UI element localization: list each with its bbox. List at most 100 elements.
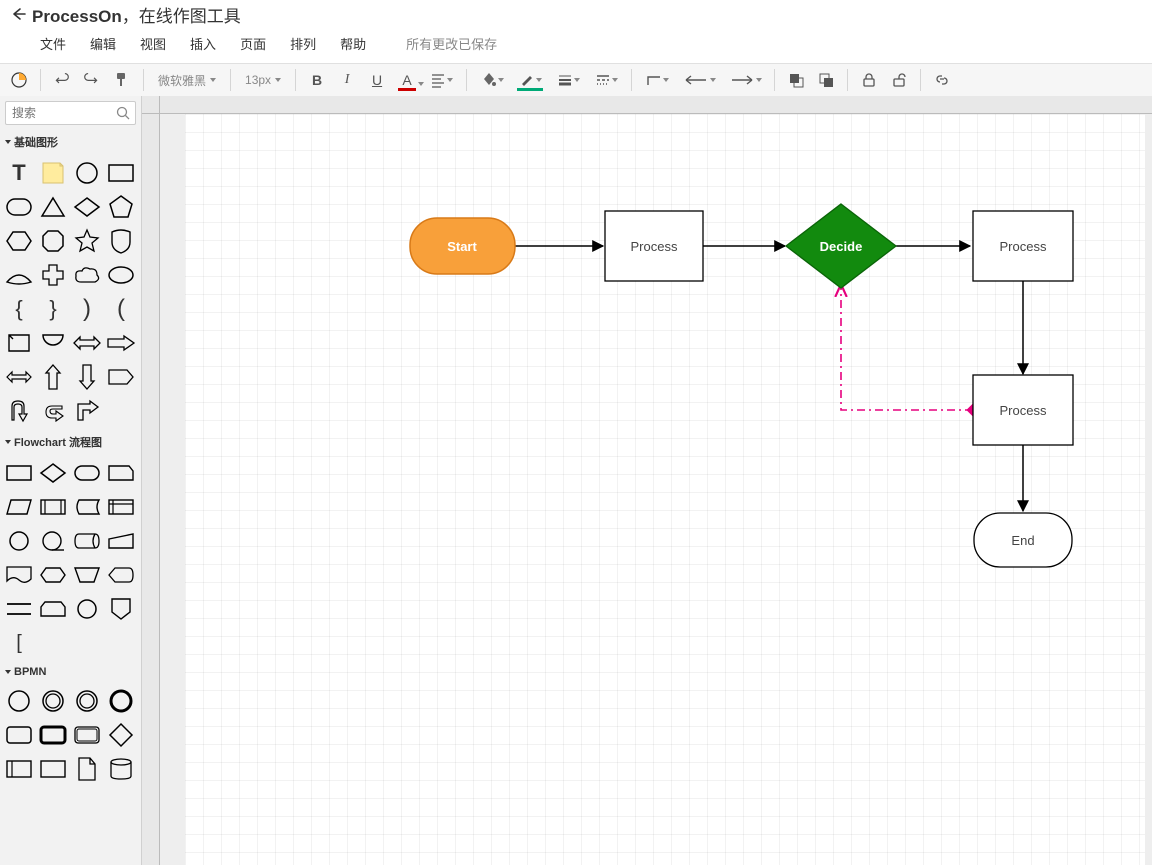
node-process3[interactable]: Process <box>973 375 1073 445</box>
flowchart-preparation[interactable] <box>36 558 70 592</box>
shape-diamond[interactable] <box>70 190 104 224</box>
shape-brace-right[interactable]: } <box>36 292 70 326</box>
bring-front-button[interactable] <box>783 67 809 93</box>
flowchart-document[interactable] <box>2 558 36 592</box>
flowchart-bracket[interactable]: [ <box>2 626 36 660</box>
back-icon[interactable] <box>8 5 26 23</box>
bpmn-lane[interactable] <box>36 752 70 786</box>
shape-arrow-left-right[interactable] <box>70 326 104 360</box>
flowchart-direct-data[interactable] <box>70 524 104 558</box>
node-end[interactable]: End <box>974 513 1072 567</box>
ruler-vertical[interactable] <box>142 114 160 865</box>
shape-cross[interactable] <box>36 258 70 292</box>
section-flowchart[interactable]: Flowchart 流程图 <box>0 430 141 454</box>
flowchart-process[interactable] <box>2 456 36 490</box>
font-size-select[interactable]: 13px <box>239 71 287 89</box>
shape-hexagon[interactable] <box>2 224 36 258</box>
bpmn-gateway[interactable] <box>104 718 138 752</box>
shape-cloud[interactable] <box>70 258 104 292</box>
flowchart-terminal[interactable] <box>70 456 104 490</box>
fill-color-button[interactable] <box>475 67 509 93</box>
arrow-start-button[interactable] <box>678 67 720 93</box>
flowchart-card[interactable] <box>104 456 138 490</box>
shape-paren-left[interactable]: ( <box>104 292 138 326</box>
flowchart-stored-data[interactable] <box>70 490 104 524</box>
themes-button[interactable] <box>6 67 32 93</box>
shape-rect[interactable] <box>104 156 138 190</box>
flowchart-loop-limit[interactable] <box>36 592 70 626</box>
shape-note[interactable] <box>36 156 70 190</box>
flowchart-manual-op[interactable] <box>70 558 104 592</box>
menu-help[interactable]: 帮助 <box>336 32 370 55</box>
link-button[interactable] <box>929 67 955 93</box>
node-start[interactable]: Start <box>410 218 515 274</box>
line-style-button[interactable] <box>589 67 623 93</box>
shape-shield[interactable] <box>104 224 138 258</box>
shape-ellipse[interactable] <box>104 258 138 292</box>
shape-arrow-lr-small[interactable] <box>2 360 36 394</box>
canvas-viewport[interactable]: Start Process Decide Process <box>160 114 1152 865</box>
shape-halfcircle[interactable] <box>36 326 70 360</box>
shape-pentagon[interactable] <box>104 190 138 224</box>
flowchart-internal-storage[interactable] <box>104 490 138 524</box>
node-decide[interactable]: Decide <box>786 204 896 288</box>
lock-button[interactable] <box>856 67 882 93</box>
bpmn-intermediate-event-2[interactable] <box>70 684 104 718</box>
shape-text[interactable]: T <box>2 156 36 190</box>
font-family-select[interactable]: 微软雅黑 <box>152 70 222 91</box>
bpmn-pool[interactable] <box>2 752 36 786</box>
flowchart-decision[interactable] <box>36 456 70 490</box>
flowchart-parallel[interactable] <box>2 592 36 626</box>
bpmn-subprocess[interactable] <box>70 718 104 752</box>
shape-roundrect[interactable] <box>2 190 36 224</box>
menu-page[interactable]: 页面 <box>236 32 270 55</box>
shape-uturn-down[interactable] <box>2 394 36 428</box>
shape-uturn-right[interactable] <box>36 394 70 428</box>
send-back-button[interactable] <box>813 67 839 93</box>
section-basic-shapes[interactable]: 基础图形 <box>0 130 141 154</box>
menu-view[interactable]: 视图 <box>136 32 170 55</box>
flowchart-data[interactable] <box>2 490 36 524</box>
shape-brace-left[interactable]: { <box>2 292 36 326</box>
shape-triangle[interactable] <box>36 190 70 224</box>
shape-paren-right[interactable]: ) <box>70 292 104 326</box>
bpmn-task[interactable] <box>2 718 36 752</box>
node-process1[interactable]: Process <box>605 211 703 281</box>
bpmn-task-bold[interactable] <box>36 718 70 752</box>
flowchart-offpage[interactable] <box>104 592 138 626</box>
redo-button[interactable] <box>79 67 105 93</box>
shape-octagon[interactable] <box>36 224 70 258</box>
flowchart-circle2[interactable] <box>70 592 104 626</box>
bpmn-intermediate-event[interactable] <box>36 684 70 718</box>
bold-button[interactable]: B <box>304 67 330 93</box>
shape-arrow-right-block[interactable] <box>104 326 138 360</box>
italic-button[interactable]: I <box>334 67 360 93</box>
format-painter-button[interactable] <box>109 67 135 93</box>
flowchart-predefined[interactable] <box>36 490 70 524</box>
connector-type-button[interactable] <box>640 67 674 93</box>
shape-arrow-down-block[interactable] <box>70 360 104 394</box>
flowchart-manual-input[interactable] <box>104 524 138 558</box>
unlock-button[interactable] <box>886 67 912 93</box>
ruler-horizontal[interactable] <box>160 96 1152 114</box>
undo-button[interactable] <box>49 67 75 93</box>
shape-star[interactable] <box>70 224 104 258</box>
align-button[interactable] <box>424 67 458 93</box>
shape-arrow-up-block[interactable] <box>36 360 70 394</box>
bpmn-data-store[interactable] <box>104 752 138 786</box>
line-width-button[interactable] <box>551 67 585 93</box>
search-icon[interactable] <box>115 105 131 124</box>
connector-process3-decide[interactable] <box>841 284 973 410</box>
shape-fan[interactable] <box>2 258 36 292</box>
flowchart-sequential-data[interactable] <box>36 524 70 558</box>
arrow-end-button[interactable] <box>724 67 766 93</box>
flowchart-display[interactable] <box>104 558 138 592</box>
shape-circle[interactable] <box>70 156 104 190</box>
flowchart-connector[interactable] <box>2 524 36 558</box>
node-process2[interactable]: Process <box>973 211 1073 281</box>
bpmn-start-event[interactable] <box>2 684 36 718</box>
canvas-paper[interactable]: Start Process Decide Process <box>185 114 1145 865</box>
shape-page[interactable] <box>2 326 36 360</box>
menu-insert[interactable]: 插入 <box>186 32 220 55</box>
line-color-button[interactable] <box>513 67 547 93</box>
